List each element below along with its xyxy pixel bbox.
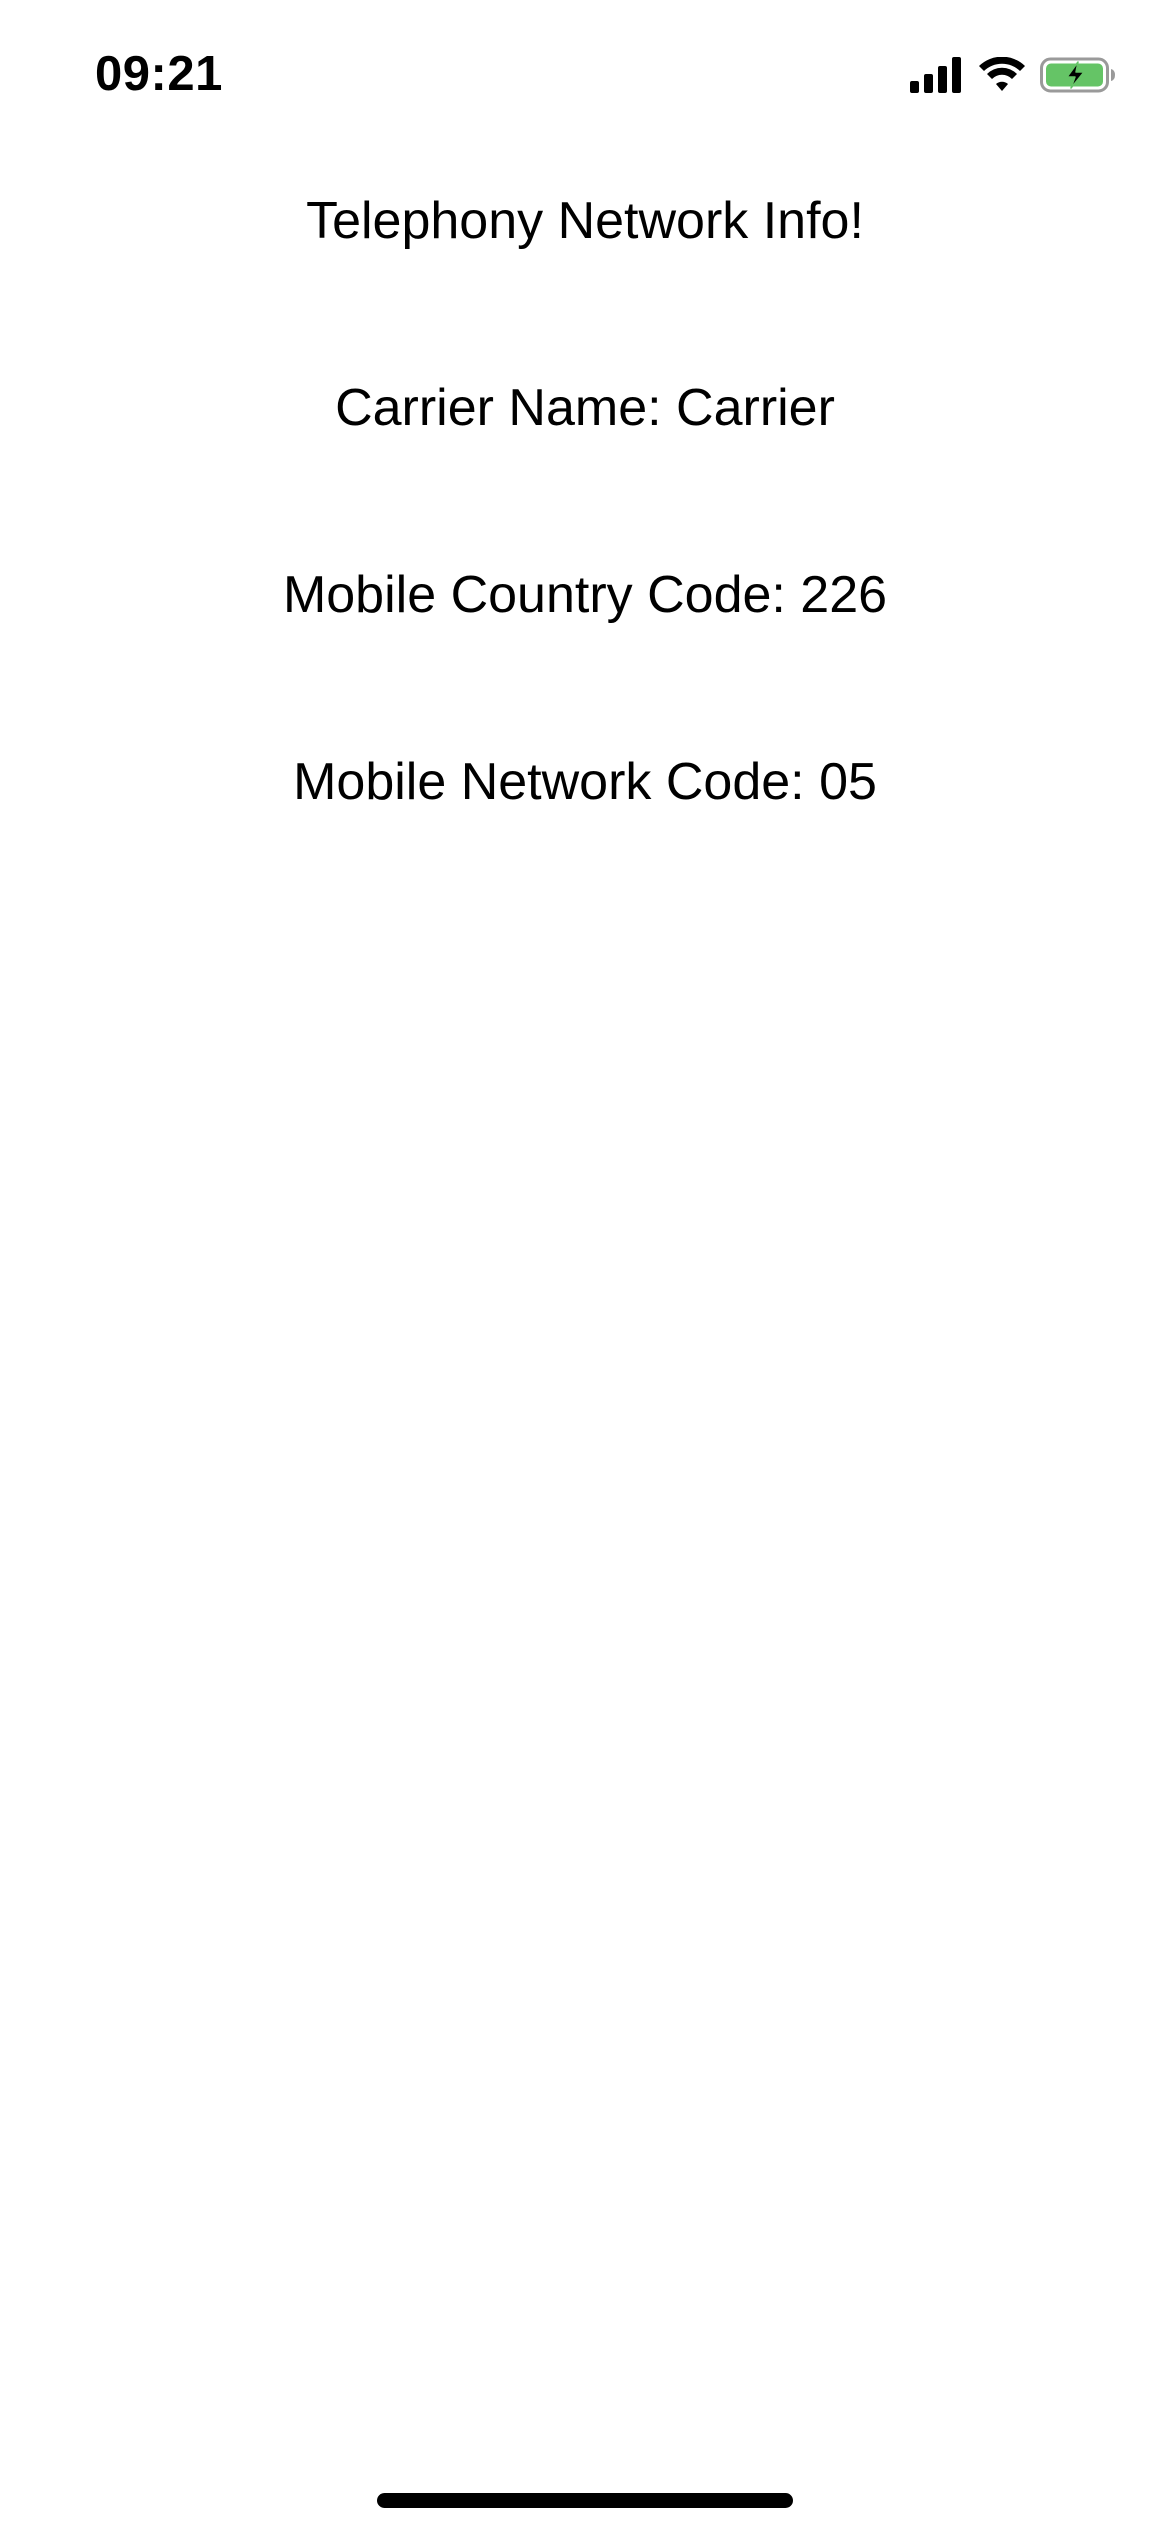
- carrier-name-text: Carrier Name: Carrier: [335, 379, 835, 437]
- wifi-icon: [978, 56, 1026, 93]
- status-time: 09:21: [95, 47, 223, 101]
- mobile-network-code-text: Mobile Network Code: 05: [293, 753, 877, 811]
- page-title: Telephony Network Info!: [306, 192, 864, 250]
- home-indicator[interactable]: [377, 2493, 793, 2508]
- cellular-signal-icon: [910, 57, 962, 93]
- status-icons: [910, 55, 1116, 95]
- battery-charging-icon: [1040, 57, 1116, 93]
- status-bar: 09:21: [0, 0, 1170, 150]
- mobile-country-code-text: Mobile Country Code: 226: [282, 566, 888, 624]
